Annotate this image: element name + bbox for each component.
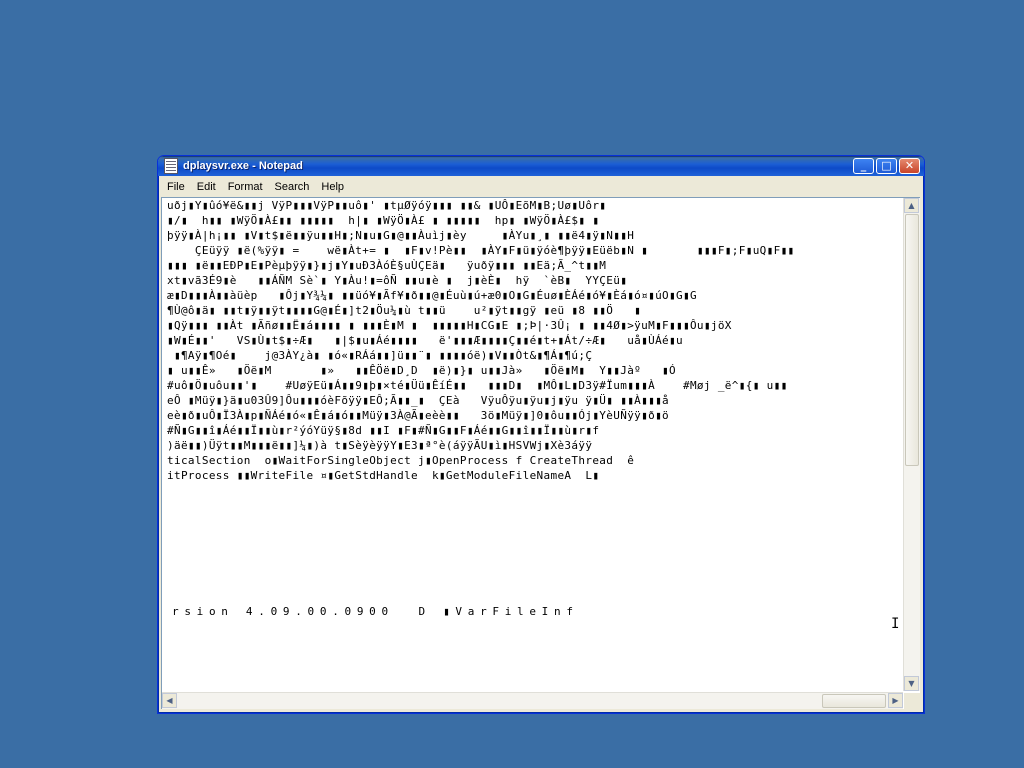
close-button[interactable]: ✕ (899, 158, 920, 174)
menu-search[interactable]: Search (269, 181, 316, 193)
scroll-up-button[interactable]: ▲ (904, 198, 919, 213)
editor-area: uðj▮Y▮ûó¥ë&▮▮j VÿP▮▮▮VÿP▮▮uô▮' ▮tµØÿóÿ▮▮… (161, 197, 920, 709)
notepad-window: dplaysvr.exe - Notepad _ □ ✕ File Edit F… (157, 155, 925, 714)
text-line: ¶Ù@ô▮ä▮ ▮▮t▮ÿ▮▮ÿt▮▮▮▮G@▮É▮]t2▮Öu¼▮ù t▮▮ü… (167, 304, 642, 317)
menu-bar: File Edit Format Search Help (161, 177, 921, 196)
scroll-down-button[interactable]: ▼ (904, 676, 919, 691)
text-line: ticalSection o▮WaitForSingleObject j▮Ope… (167, 454, 635, 467)
text-line-version: rsion 4.09.00.0900 D ▮VarFileInf (172, 605, 579, 618)
vertical-scroll-thumb[interactable] (905, 214, 919, 466)
menu-help[interactable]: Help (315, 181, 350, 193)
text-line: ▮ u▮▮Ê» ▮Öë▮M ▮» ▮▮ÊÖë▮D¸D ▮ë)▮}▮ u▮▮Jà»… (167, 364, 676, 377)
text-line: #uô▮Ö▮uôu▮▮'▮ #UøÿEü▮Á▮▮9▮þ▮×té▮Üü▮ÊíÉ▮▮… (167, 379, 788, 392)
text-line: æ▮D▮▮▮À▮▮àüèp ▮Ôj▮Y¾¼▮ ▮▮üó¥▮Ãf¥▮ð▮▮@▮Éu… (167, 289, 697, 302)
horizontal-scrollbar[interactable]: ◀ ▶ (162, 692, 903, 709)
text-line: ÇEüÿÿ ▮ë(%ÿÿ▮ = wë▮Àt+= ▮ ▮F▮v!Pè▮▮ ▮ÀY▮… (167, 244, 795, 257)
menu-format[interactable]: Format (222, 181, 269, 193)
text-editor[interactable]: uðj▮Y▮ûó¥ë&▮▮j VÿP▮▮▮VÿP▮▮uô▮' ▮tµØÿóÿ▮▮… (162, 198, 903, 691)
text-line: #Ñ▮G▮▮î▮Áé▮▮Ï▮▮ù▮r²ýóYüÿ§▮8d ▮▮I ▮F▮#Ñ▮G… (167, 424, 600, 437)
text-line: þÿÿ▮À|h¡▮▮ ▮V▮t$▮ë▮▮ÿu▮▮H▮;N▮u▮G▮@▮▮Àuìj… (167, 229, 635, 242)
text-line: ▮Qÿ▮▮▮ ▮▮Àt ▮Ãñø▮▮Ë▮á▮▮▮▮ ▮ ▮▮▮È▮M ▮ ▮▮▮… (167, 319, 732, 332)
text-line: ▮/▮ h▮▮ ▮WÿÖ▮À£▮▮ ▮▮▮▮▮ h|▮ ▮WÿÖ▮À£ ▮ ▮▮… (167, 214, 600, 227)
text-line: ▮¶Aÿ▮¶Oé▮ j@3ÀY¿à▮ ▮ó«▮RÁá▮▮]ü▮▮¨▮ ▮▮▮▮ó… (167, 349, 593, 362)
scroll-right-button[interactable]: ▶ (888, 693, 903, 708)
text-line: itProcess ▮▮WriteFile ¤▮GetStdHandle k▮G… (167, 469, 600, 482)
text-line: eè▮ð▮uÔ▮Ï3À▮p▮ÑÁé▮ó«▮Ê▮á▮ó▮▮Müÿ▮3À@Ã▮eèè… (167, 409, 670, 422)
text-line: )äë▮▮)Üÿt▮▮M▮▮▮ë▮▮]¼▮)à t▮SèÿèÿÿY▮E3▮ª°è… (167, 439, 593, 452)
text-line: ▮▮▮ ▮ë▮▮EÐP▮E▮Pèµþÿÿ▮}▮j▮Y▮uÐ3ÀóÈ§uÙÇEä▮… (167, 259, 607, 272)
minimize-button[interactable]: _ (853, 158, 874, 174)
text-line: ▮W▮É▮▮' VS▮Ù▮t$▮÷Æ▮ ▮|$▮u▮Áé▮▮▮▮ ë'▮▮▮Æ▮… (167, 334, 683, 347)
notepad-icon[interactable] (164, 158, 178, 174)
text-line: uðj▮Y▮ûó¥ë&▮▮j VÿP▮▮▮VÿP▮▮uô▮' ▮tµØÿóÿ▮▮… (167, 199, 607, 212)
scroll-left-button[interactable]: ◀ (162, 693, 177, 708)
horizontal-scroll-thumb[interactable] (822, 694, 886, 708)
window-title: dplaysvr.exe - Notepad (183, 160, 303, 172)
size-grip[interactable] (904, 693, 920, 709)
menu-edit[interactable]: Edit (191, 181, 222, 193)
window-controls: _ □ ✕ (853, 158, 920, 174)
title-bar[interactable]: dplaysvr.exe - Notepad _ □ ✕ (158, 156, 924, 176)
text-line: eÔ ▮Müÿ▮}ä▮u03Û9]Ôu▮▮▮óèFõÿÿ▮EÔ;Ã▮▮_▮ ÇE… (167, 394, 670, 407)
vertical-scrollbar[interactable]: ▲ ▼ (903, 198, 920, 691)
menu-file[interactable]: File (161, 181, 191, 193)
text-cursor-icon: I (891, 616, 900, 632)
maximize-button[interactable]: □ (876, 158, 897, 174)
text-line: xt▮vã3É9▮è ▮▮ÁÑM Sè`▮ Y▮Àu!▮=ôÑ ▮▮u▮è ▮ … (167, 274, 628, 287)
